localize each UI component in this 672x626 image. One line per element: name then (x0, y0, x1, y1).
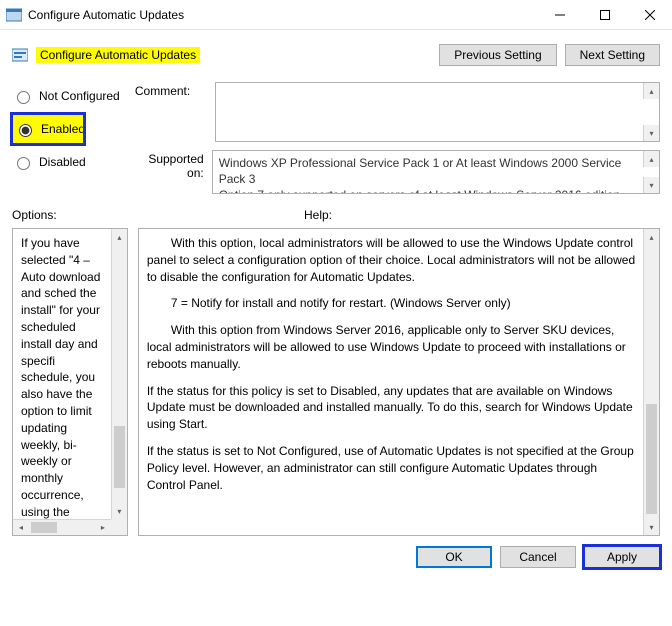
help-paragraph: 7 = Notify for install and notify for re… (147, 295, 637, 312)
radio-disabled[interactable]: Disabled (12, 154, 127, 170)
scroll-up-icon[interactable]: ▴ (643, 83, 659, 99)
title-bar: Configure Automatic Updates (0, 0, 672, 30)
radio-not-configured[interactable]: Not Configured (12, 88, 127, 104)
scroll-left-icon[interactable]: ◂ (13, 520, 29, 535)
close-button[interactable] (627, 0, 672, 30)
help-pane: With this option, local administrators w… (138, 228, 660, 536)
scroll-thumb[interactable] (646, 404, 657, 514)
options-intro: If you have selected "4 – Auto download … (21, 235, 107, 535)
radio-not-configured-input[interactable] (17, 91, 30, 104)
help-paragraph: With this option, local administrators w… (147, 235, 637, 285)
previous-setting-button[interactable]: Previous Setting (439, 44, 556, 66)
supported-on-textbox: Windows XP Professional Service Pack 1 o… (212, 150, 660, 194)
scroll-down-icon[interactable]: ▾ (112, 503, 127, 519)
help-paragraph: If the status is set to Not Configured, … (147, 443, 637, 493)
help-vertical-scrollbar[interactable]: ▴ ▾ (643, 229, 659, 535)
scroll-thumb[interactable] (114, 426, 125, 488)
policy-icon (12, 47, 28, 63)
supported-on-text: Windows XP Professional Service Pack 1 o… (213, 151, 659, 194)
options-vertical-scrollbar[interactable]: ▴ ▾ (111, 229, 127, 519)
minimize-button[interactable] (537, 0, 582, 30)
radio-not-configured-label: Not Configured (39, 89, 120, 103)
next-setting-button[interactable]: Next Setting (565, 44, 660, 66)
maximize-button[interactable] (582, 0, 627, 30)
apply-button[interactable]: Apply (584, 546, 660, 568)
policy-name: Configure Automatic Updates (36, 47, 200, 63)
comment-label: Comment: (135, 82, 207, 142)
help-paragraph: If the status for this policy is set to … (147, 383, 637, 433)
radio-enabled[interactable]: Enabled (14, 121, 85, 137)
scroll-up-icon[interactable]: ▴ (644, 229, 659, 245)
scroll-down-icon[interactable]: ▾ (643, 125, 659, 141)
window-title: Configure Automatic Updates (28, 8, 184, 22)
scroll-down-icon[interactable]: ▾ (644, 519, 659, 535)
supported-on-label: Supported on: (135, 150, 204, 194)
comment-textbox[interactable]: ▴ ▾ (215, 82, 660, 142)
radio-enabled-label: Enabled (41, 122, 85, 136)
scroll-up-icon[interactable]: ▴ (643, 151, 659, 167)
options-horizontal-scrollbar[interactable]: ◂ ▸ (13, 519, 111, 535)
help-paragraph: With this option from Windows Server 201… (147, 322, 637, 372)
radio-disabled-label: Disabled (39, 155, 86, 169)
ok-button[interactable]: OK (416, 546, 492, 568)
help-label: Help: (304, 208, 332, 222)
options-label: Options: (12, 208, 292, 222)
cancel-button[interactable]: Cancel (500, 546, 576, 568)
options-pane: If you have selected "4 – Auto download … (12, 228, 128, 536)
radio-disabled-input[interactable] (17, 157, 30, 170)
scroll-up-icon[interactable]: ▴ (112, 229, 127, 245)
app-icon (6, 7, 22, 23)
scroll-right-icon[interactable]: ▸ (95, 520, 111, 535)
scroll-thumb[interactable] (31, 522, 57, 533)
scroll-down-icon[interactable]: ▾ (643, 177, 659, 193)
radio-enabled-input[interactable] (19, 124, 32, 137)
